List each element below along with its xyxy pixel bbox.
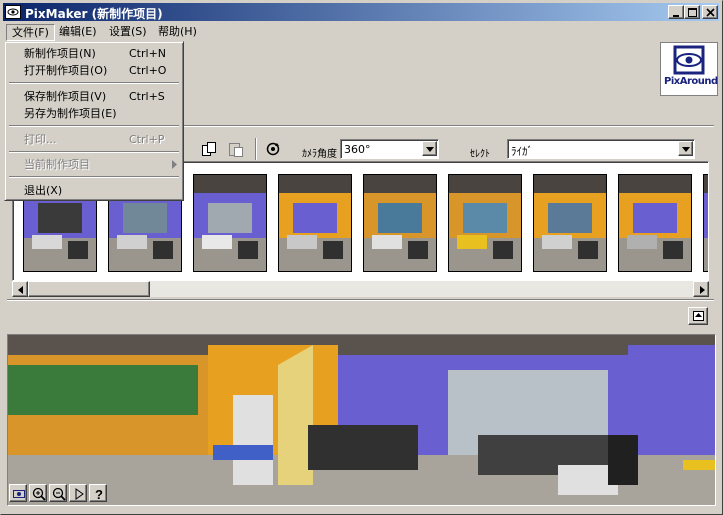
panel-divider [7, 299, 714, 301]
panorama-image [8, 335, 715, 505]
minimize-button[interactable] [668, 5, 684, 19]
maximize-icon [688, 8, 697, 17]
menu-help[interactable]: 帮助(H) [153, 24, 202, 39]
panorama-view-icon [13, 490, 25, 498]
chevron-down-icon[interactable] [678, 141, 693, 156]
svg-text:?: ? [95, 487, 103, 502]
scroll-right-button[interactable] [693, 281, 709, 297]
scroll-left-button[interactable] [12, 281, 28, 297]
camera-angle-value: 360° [344, 143, 371, 156]
menu-edit[interactable]: 编辑(E) [54, 24, 102, 39]
panorama-preview[interactable] [7, 334, 716, 506]
maximize-button[interactable] [684, 5, 700, 19]
play-button[interactable] [69, 484, 87, 502]
select-label: ｾﾚｸﾄ [470, 149, 490, 160]
zoom-out-icon [52, 487, 66, 501]
close-icon [706, 8, 715, 17]
thumbnail-item[interactable] [703, 174, 708, 272]
view-mode-button[interactable] [9, 484, 27, 502]
zoom-in-icon [32, 487, 46, 501]
menu-item-exit[interactable]: 退出(X) [8, 182, 180, 199]
zoom-in-button[interactable] [29, 484, 47, 502]
chevron-right-icon [700, 286, 705, 294]
toolbar-separator [255, 138, 257, 160]
menu-item-save-as-project[interactable]: 另存为制作项目(E) [8, 105, 180, 122]
menu-item-new-project[interactable]: 新制作项目(N) Ctrl+N [8, 45, 180, 62]
thumbnail-item[interactable] [448, 174, 522, 272]
menu-item-open-project[interactable]: 打开制作项目(O) Ctrl+O [8, 62, 180, 79]
paste-icon[interactable] [227, 140, 245, 158]
zoom-out-button[interactable] [49, 484, 67, 502]
copy-icon[interactable] [200, 140, 218, 158]
thumbnail-item[interactable] [533, 174, 607, 272]
menu-bar: 文件(F) 编辑(E) 设置(S) 帮助(H) [3, 22, 719, 41]
scroll-thumb[interactable] [28, 281, 150, 297]
logo-text: PixAround [664, 76, 718, 87]
title-bar: PixMaker (新制作项目) [3, 3, 719, 21]
menu-file[interactable]: 文件(F) [6, 24, 55, 41]
minimize-icon [673, 15, 679, 17]
menu-separator [9, 151, 179, 153]
pixmaker-app-icon[interactable] [5, 4, 21, 20]
submenu-arrow-icon [172, 160, 177, 169]
chevron-left-icon [18, 286, 23, 294]
close-button[interactable] [702, 5, 718, 19]
help-icon: ? [95, 487, 103, 502]
select-value: ﾗｲｶﾞ [511, 145, 533, 158]
rotate-icon[interactable] [264, 140, 282, 158]
eject-icon [693, 311, 704, 321]
menu-separator [9, 82, 179, 84]
thumbnail-item[interactable] [278, 174, 352, 272]
collapse-panel-button[interactable] [688, 307, 708, 325]
menu-item-recent-projects: 当前制作项目 [8, 156, 180, 173]
camera-angle-select[interactable]: 360° [340, 139, 439, 159]
select-combo[interactable]: ﾗｲｶﾞ [507, 139, 695, 159]
help-button[interactable]: ? [89, 484, 107, 502]
thumbnail-item[interactable] [618, 174, 692, 272]
thumbnail-item[interactable] [193, 174, 267, 272]
menu-item-save-project[interactable]: 保存制作项目(V) Ctrl+S [8, 88, 180, 105]
menu-separator [9, 176, 179, 178]
menu-settings[interactable]: 设置(S) [104, 24, 152, 39]
thumbnail-item[interactable] [363, 174, 437, 272]
camera-angle-label: ｶﾒﾗ角度 [302, 149, 337, 160]
window-title: PixMaker (新制作项目) [25, 7, 163, 21]
menu-separator [9, 125, 179, 127]
file-menu-dropdown: 新制作项目(N) Ctrl+N 打开制作项目(O) Ctrl+O 保存制作项目(… [4, 41, 184, 201]
chevron-down-icon[interactable] [422, 141, 437, 156]
play-icon [75, 488, 84, 500]
menu-item-print: 打印... Ctrl+P [24, 133, 165, 146]
pixaround-logo: PixAround [660, 42, 718, 96]
horizontal-scrollbar[interactable] [12, 281, 709, 297]
